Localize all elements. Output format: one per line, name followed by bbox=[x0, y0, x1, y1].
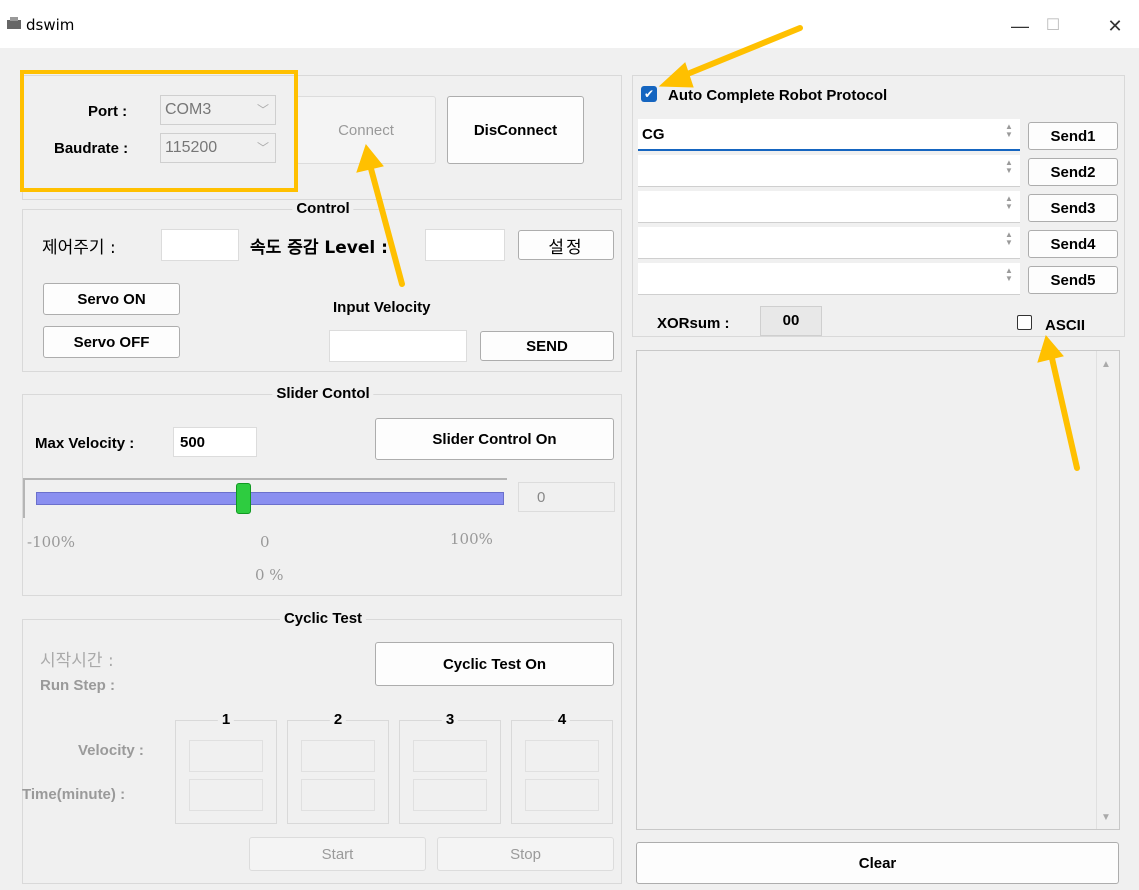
arrow-line bbox=[367, 162, 405, 287]
arrow-line bbox=[1048, 351, 1080, 471]
annotation-arrows bbox=[356, 25, 1080, 471]
arrow-head bbox=[356, 143, 384, 173]
arrow-line bbox=[677, 25, 803, 80]
arrow-head bbox=[1037, 334, 1064, 363]
arrow-head bbox=[658, 62, 694, 88]
